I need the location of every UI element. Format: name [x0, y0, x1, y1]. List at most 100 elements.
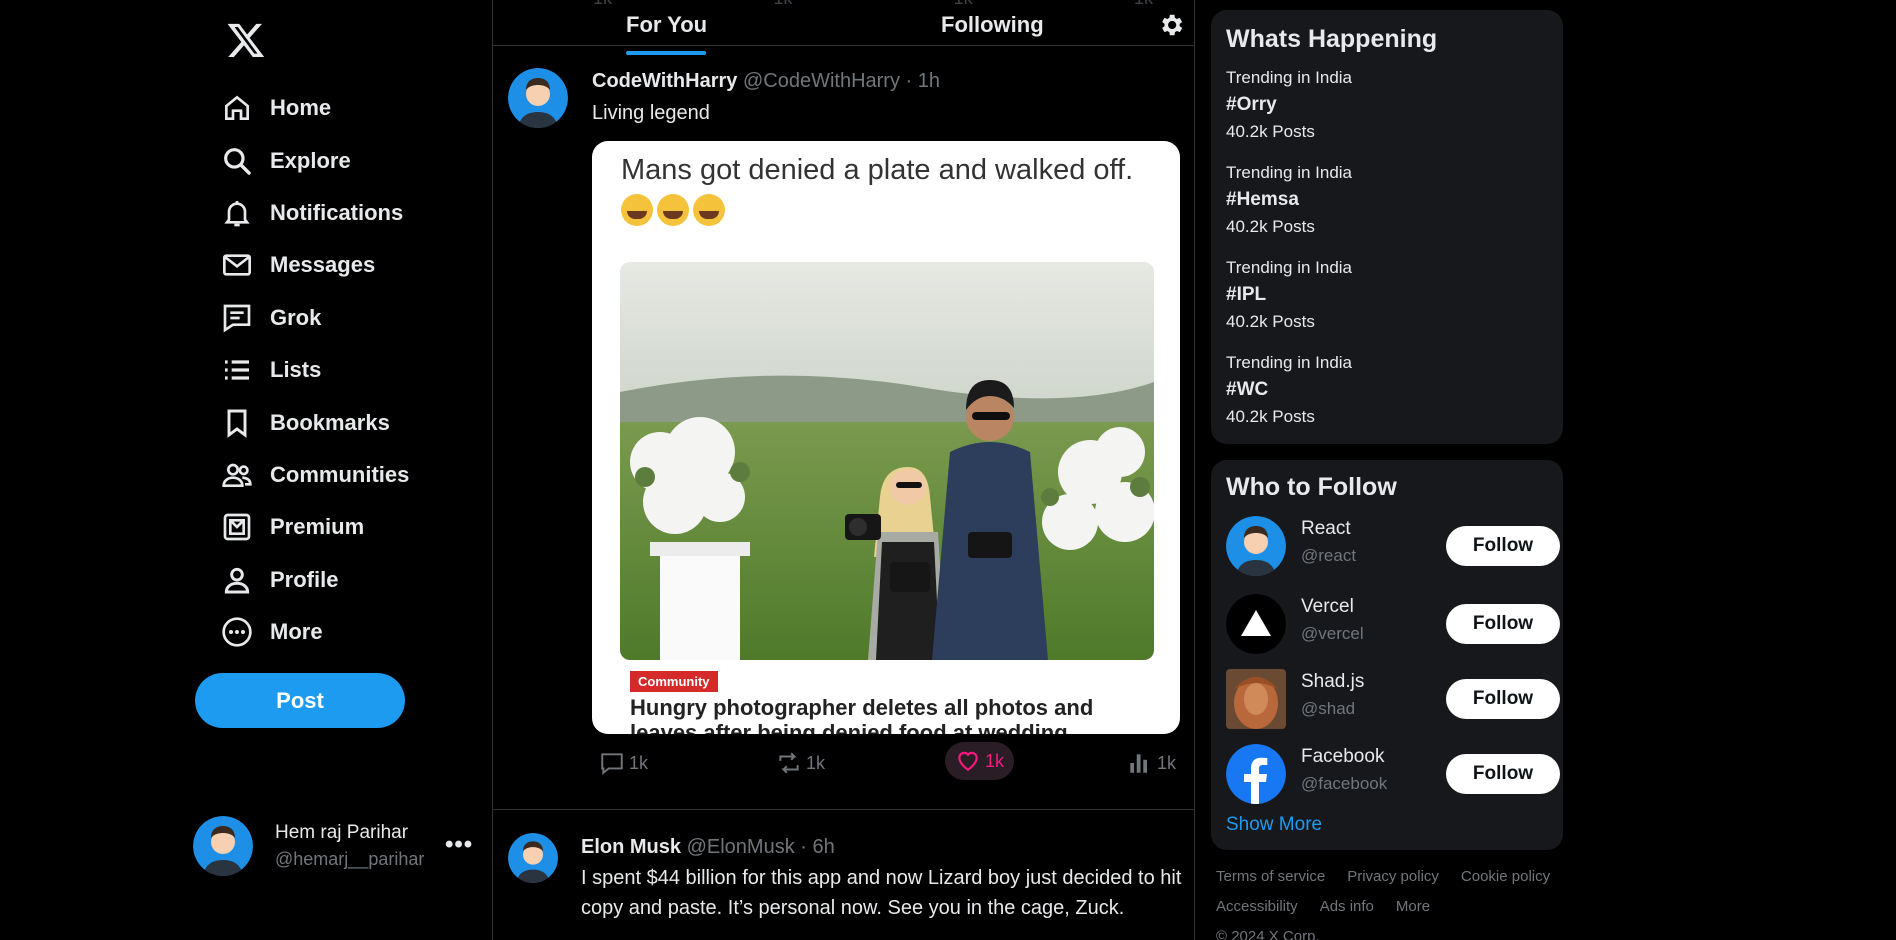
nav-bookmarks[interactable]: Bookmarks — [220, 396, 409, 448]
post-button[interactable]: Post — [195, 673, 405, 728]
trend-item[interactable]: Trending in India #IPL 40.2k Posts — [1226, 254, 1352, 335]
nav-explore[interactable]: Explore — [220, 134, 409, 186]
avatar[interactable] — [508, 68, 568, 128]
nav-grok[interactable]: Grok — [220, 292, 409, 344]
avatar[interactable] — [508, 833, 558, 883]
nav-more[interactable]: More — [220, 606, 409, 658]
account-menu-icon[interactable]: ••• — [445, 831, 473, 859]
nav-label: Messages — [270, 252, 376, 278]
suggestion-handle: @react — [1301, 546, 1357, 565]
trend-item[interactable]: Trending in India #Hemsa 40.2k Posts — [1226, 159, 1352, 240]
person-icon — [220, 563, 254, 597]
footer-link[interactable]: More — [1396, 892, 1430, 922]
gear-icon[interactable] — [1157, 11, 1185, 39]
timeline[interactable]: 1k 1k 1k 1k For You Following CodeWithHa… — [492, 0, 1195, 940]
follow-suggestion[interactable]: Shad.js @shad Follow — [1226, 669, 1560, 731]
follow-button[interactable]: Follow — [1446, 679, 1560, 719]
laughing-emoji-icon — [657, 194, 689, 226]
left-sidebar: Home Explore Notifications Messages Grok… — [190, 0, 490, 940]
like-button[interactable]: 1k — [945, 742, 1015, 780]
nav-label: Profile — [270, 566, 339, 592]
tweet-divider — [493, 809, 1194, 810]
views-count: 1k — [1157, 752, 1177, 773]
follow-button[interactable]: Follow — [1446, 604, 1560, 644]
tab-following[interactable]: Following — [941, 12, 1044, 38]
avatar — [1226, 516, 1286, 576]
retweet-button[interactable]: 1k — [776, 750, 825, 776]
nav-label: Premium — [270, 514, 365, 540]
mail-icon — [220, 248, 254, 282]
tweet-header: Elon Musk @ElonMusk · 6h — [581, 836, 835, 859]
follow-suggestion[interactable]: React @react Follow — [1226, 516, 1560, 578]
suggestion-name: React — [1301, 518, 1351, 539]
search-icon — [220, 144, 254, 178]
list-icon — [220, 353, 254, 387]
bar-chart-icon — [1130, 754, 1148, 773]
tab-for-you[interactable]: For You — [626, 12, 707, 38]
account-switcher[interactable]: Hem raj Parihar @hemarj__parihar ••• — [193, 813, 472, 879]
heart-icon — [958, 751, 978, 771]
panel-title: Whats Happening — [1226, 25, 1438, 53]
bell-icon — [220, 196, 254, 230]
nav-label: Home — [270, 95, 332, 121]
reply-count: 1k — [629, 752, 649, 773]
nav-messages[interactable]: Messages — [220, 239, 409, 291]
tweet-media[interactable]: Mans got denied a plate and walked off. — [592, 141, 1180, 734]
media-caption: Mans got denied a plate and walked off. — [621, 149, 1141, 233]
account-handle: @hemarj__parihar — [275, 849, 425, 869]
x-logo-icon[interactable] — [226, 20, 266, 60]
suggestion-name: Facebook — [1301, 746, 1385, 767]
nav-label: Explore — [270, 147, 351, 173]
tweet-text: Living legend — [592, 102, 710, 124]
nav-label: Communities — [270, 461, 410, 487]
tweet-author-name[interactable]: Elon Musk — [581, 836, 681, 858]
tweet-meta: @CodeWithHarry · 1h — [742, 70, 940, 92]
footer-link[interactable]: Cookie policy — [1461, 862, 1550, 892]
trend-item[interactable]: Trending in India #WC 40.2k Posts — [1226, 349, 1352, 430]
suggestion-handle: @facebook — [1301, 774, 1388, 793]
whats-happening-panel: Whats Happening Trending in India #Orry … — [1211, 10, 1563, 444]
show-more-link[interactable]: Show More — [1226, 814, 1322, 836]
trend-count: 40.2k Posts — [1226, 217, 1315, 236]
premium-icon — [220, 510, 254, 544]
follow-button[interactable]: Follow — [1446, 754, 1560, 794]
panel-title: Who to Follow — [1226, 473, 1397, 501]
nav-premium[interactable]: Premium — [220, 501, 409, 553]
footer-link[interactable]: Terms of service — [1216, 862, 1325, 892]
follow-button[interactable]: Follow — [1446, 526, 1560, 566]
tweet-header: CodeWithHarry @CodeWithHarry · 1h — [592, 70, 940, 93]
trend-context: Trending in India — [1226, 68, 1353, 87]
grok-icon — [220, 301, 254, 335]
laughing-emoji-icon — [693, 194, 725, 226]
account-info: Hem raj Parihar @hemarj__parihar — [275, 820, 424, 872]
nav-notifications[interactable]: Notifications — [220, 187, 409, 239]
trend-item[interactable]: Trending in India #Orry 40.2k Posts — [1226, 64, 1352, 145]
trend-count: 40.2k Posts — [1226, 407, 1315, 426]
nav-home[interactable]: Home — [220, 82, 409, 134]
nav-communities[interactable]: Communities — [220, 449, 409, 501]
tweet-author-name[interactable]: CodeWithHarry — [592, 70, 737, 92]
views-button[interactable]: 1k — [1127, 750, 1176, 776]
tweet-actions: 1k 1k 1k 1k — [493, 742, 1194, 786]
suggestion-handle: @shad — [1301, 699, 1356, 718]
trend-count: 40.2k Posts — [1226, 312, 1315, 331]
active-tab-indicator — [626, 51, 706, 55]
nav-lists[interactable]: Lists — [220, 344, 409, 396]
retweet-count: 1k — [806, 752, 826, 773]
reply-icon — [601, 753, 623, 775]
nav-profile[interactable]: Profile — [220, 554, 409, 606]
account-name: Hem raj Parihar — [275, 822, 409, 843]
reply-button[interactable]: 1k — [599, 750, 648, 776]
footer-link[interactable]: Privacy policy — [1347, 862, 1439, 892]
footer-link[interactable]: Accessibility — [1216, 892, 1298, 922]
like-count: 1k — [985, 750, 1005, 771]
follow-suggestion[interactable]: Vercel @vercel Follow — [1226, 594, 1560, 656]
follow-suggestion[interactable]: Facebook @facebook Follow — [1226, 744, 1560, 806]
trend-context: Trending in India — [1226, 163, 1353, 182]
suggestion-name: Shad.js — [1301, 671, 1365, 692]
copyright: © 2024 X Corp. — [1216, 928, 1320, 940]
footer-links: Terms of service Privacy policy Cookie pol… — [1216, 862, 1576, 940]
footer-link[interactable]: Ads info — [1320, 892, 1374, 922]
home-icon — [220, 91, 254, 125]
nav-label: More — [270, 619, 323, 645]
